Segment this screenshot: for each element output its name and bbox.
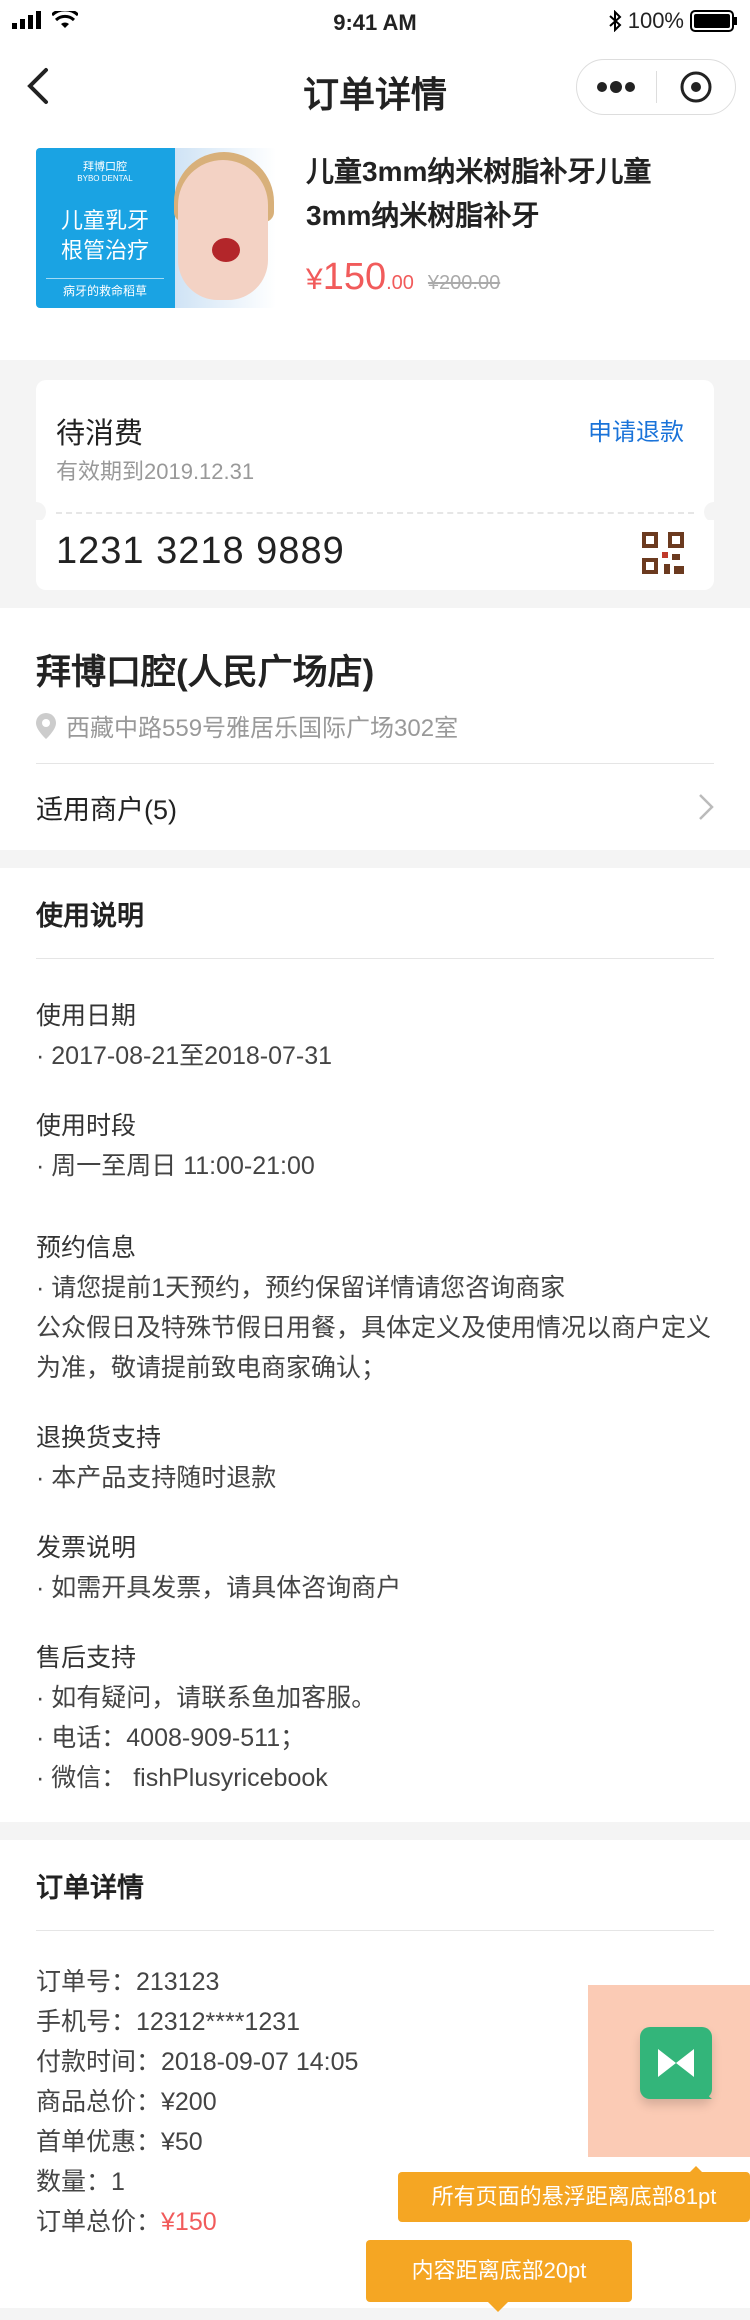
thumb-slogan: 病牙的救命稻草 <box>46 278 164 299</box>
product-thumbnail: 拜博口腔 BYBO DENTAL 儿童乳牙 根管治疗 病牙的救命稻草 <box>36 148 276 308</box>
refund-link[interactable]: 申请退款 <box>588 412 684 447</box>
usage-heading: 退换货支持 <box>36 1424 162 1452</box>
store-section: 拜博口腔(人民广场店) 西藏中路559号雅居乐国际广场302室 适用商户(5) <box>0 608 750 850</box>
voucher-header: 待消费 有效期到2019.12.31 申请退款 <box>36 380 714 506</box>
store-address: 西藏中路559号雅居乐国际广场302室 <box>66 715 459 742</box>
price-integer: 150 <box>322 256 387 298</box>
usage-body: 使用日期 · 2017-08-21至2018-07-31 使用时段 · 周一至周… <box>36 996 720 1828</box>
order-number: 订单号：213123 <box>36 1968 220 1996</box>
usage-line: 公众假日及特殊节假日用餐，具体定义及使用情况以商户定义为准，敬请提前致电商家确认… <box>36 1314 712 1382</box>
bluetooth-icon <box>609 10 622 32</box>
product-price: ¥150.00 ¥200.00 <box>306 256 500 299</box>
usage-heading: 使用时段 <box>36 1112 137 1140</box>
usage-block-support: 售后支持 · 如有疑问，请联系鱼加客服。 · 电话：4008-909-511； … <box>36 1638 720 1798</box>
chevron-right-icon <box>699 794 714 820</box>
content-spacing-note: 内容距离底部20pt <box>366 2240 632 2312</box>
qr-code-icon[interactable] <box>642 532 684 574</box>
usage-block-invoice: 发票说明 · 如需开具发票，请具体咨询商户 <box>36 1528 720 1608</box>
battery-percent: 100% <box>627 8 684 33</box>
thumb-headline: 儿童乳牙 根管治疗 <box>46 206 164 266</box>
floating-service-button[interactable] <box>640 2027 712 2099</box>
target-circle-icon <box>680 71 712 103</box>
order-details-body: 订单号：213123 手机号：12312****1231 付款时间：2018-0… <box>36 1962 358 2242</box>
price-symbol: ¥ <box>306 263 323 296</box>
usage-line: · 请您提前1天预约，预约保留详情请您咨询商家 <box>36 1274 566 1302</box>
order-total-row: 订单总价：¥150 <box>36 2202 358 2242</box>
thumb-brand: 拜博口腔 BYBO DENTAL <box>50 158 160 183</box>
perforation-notch-left <box>26 502 46 522</box>
status-bar: 9:41 AM 100% <box>0 0 750 44</box>
voucher-perforation <box>26 502 724 522</box>
child-mouth-shape <box>212 238 240 262</box>
usage-line: · 如有疑问，请联系鱼加客服。 <box>36 1684 377 1712</box>
usage-line: · 本产品支持随时退款 <box>36 1464 277 1492</box>
product-card[interactable]: 拜博口腔 BYBO DENTAL 儿童乳牙 根管治疗 病牙的救命稻草 儿童3mm… <box>0 128 750 360</box>
usage-block-booking: 预约信息 · 请您提前1天预约，预约保留详情请您咨询商家 公众假日及特殊节假日用… <box>36 1228 720 1388</box>
order-discount: 首单优惠：¥50 <box>36 2128 203 2156</box>
price-decimal: .00 <box>386 272 414 294</box>
usage-heading: 使用日期 <box>36 1002 137 1030</box>
mini-program-capsule <box>576 59 736 115</box>
battery-group: 100% <box>608 8 738 34</box>
merchants-label: 适用商户(5) <box>36 794 177 825</box>
more-dots-icon <box>597 81 636 93</box>
order-details-title: 订单详情 <box>36 1873 144 1903</box>
usage-instructions-section: 使用说明 使用日期 · 2017-08-21至2018-07-31 使用时段 ·… <box>0 868 750 1822</box>
usage-block-date: 使用日期 · 2017-08-21至2018-07-31 <box>36 996 720 1076</box>
battery-icon <box>690 10 737 32</box>
voucher-code-row: 1231 3218 9889 <box>36 520 714 590</box>
product-title: 儿童3mm纳米树脂补牙儿童3mm纳米树脂补牙 <box>306 156 652 231</box>
voucher-section: 待消费 有效期到2019.12.31 申请退款 1231 3218 9889 <box>0 360 750 608</box>
store-address-row[interactable]: 西藏中路559号雅居乐国际广场302室 <box>36 708 458 743</box>
close-mini-program-button[interactable] <box>657 60 736 114</box>
order-total-value: ¥150 <box>161 2208 217 2236</box>
usage-heading: 预约信息 <box>36 1234 137 1262</box>
voucher-validity: 有效期到2019.12.31 <box>56 459 255 484</box>
usage-line: · 如需开具发票，请具体咨询商户 <box>36 1574 402 1602</box>
order-goods-total: 商品总价：¥200 <box>36 2088 217 2116</box>
child-face-shape <box>178 160 268 300</box>
thumb-line2: 根管治疗 <box>60 238 149 263</box>
usage-block-hours: 使用时段 · 周一至周日 11:00-21:00 <box>36 1106 720 1186</box>
usage-line: · 2017-08-21至2018-07-31 <box>36 1042 333 1070</box>
original-price: ¥200.00 <box>427 272 501 294</box>
perforation-notch-right <box>704 502 724 522</box>
thumb-brand-cn: 拜博口腔 <box>83 161 127 173</box>
thumb-line1: 儿童乳牙 <box>60 208 149 233</box>
voucher-code: 1231 3218 9889 <box>56 530 345 572</box>
divider <box>36 958 714 959</box>
more-button[interactable] <box>577 60 656 114</box>
order-total-label: 订单总价： <box>36 2208 162 2236</box>
section-gap <box>0 850 750 868</box>
bowtie-logo-icon <box>658 2049 712 2099</box>
thumb-brand-en: BYBO DENTAL <box>77 174 133 183</box>
usage-heading: 发票说明 <box>36 1534 137 1562</box>
usage-line: · 周一至周日 11:00-21:00 <box>36 1152 315 1180</box>
location-pin-icon <box>36 712 56 739</box>
usage-heading: 售后支持 <box>36 1644 137 1672</box>
order-pay-time: 付款时间：2018-09-07 14:05 <box>36 2048 359 2076</box>
usage-line: · 微信： fishPlusyricebook <box>36 1764 328 1792</box>
applicable-merchants-row[interactable]: 适用商户(5) <box>36 764 714 850</box>
store-name: 拜博口腔(人民广场店) <box>36 653 375 692</box>
usage-block-refund: 退换货支持 · 本产品支持随时退款 <box>36 1418 720 1498</box>
order-phone: 手机号：12312****1231 <box>36 2008 301 2036</box>
float-spacing-note: 所有页面的悬浮距离底部81pt <box>398 2166 750 2222</box>
nav-bar: 订单详情 <box>0 44 750 128</box>
divider <box>36 1930 714 1931</box>
voucher-status: 待消费 <box>56 418 144 450</box>
usage-title: 使用说明 <box>36 901 144 931</box>
order-quantity: 数量：1 <box>36 2168 125 2196</box>
usage-line: · 电话：4008-909-511； <box>36 1724 306 1752</box>
